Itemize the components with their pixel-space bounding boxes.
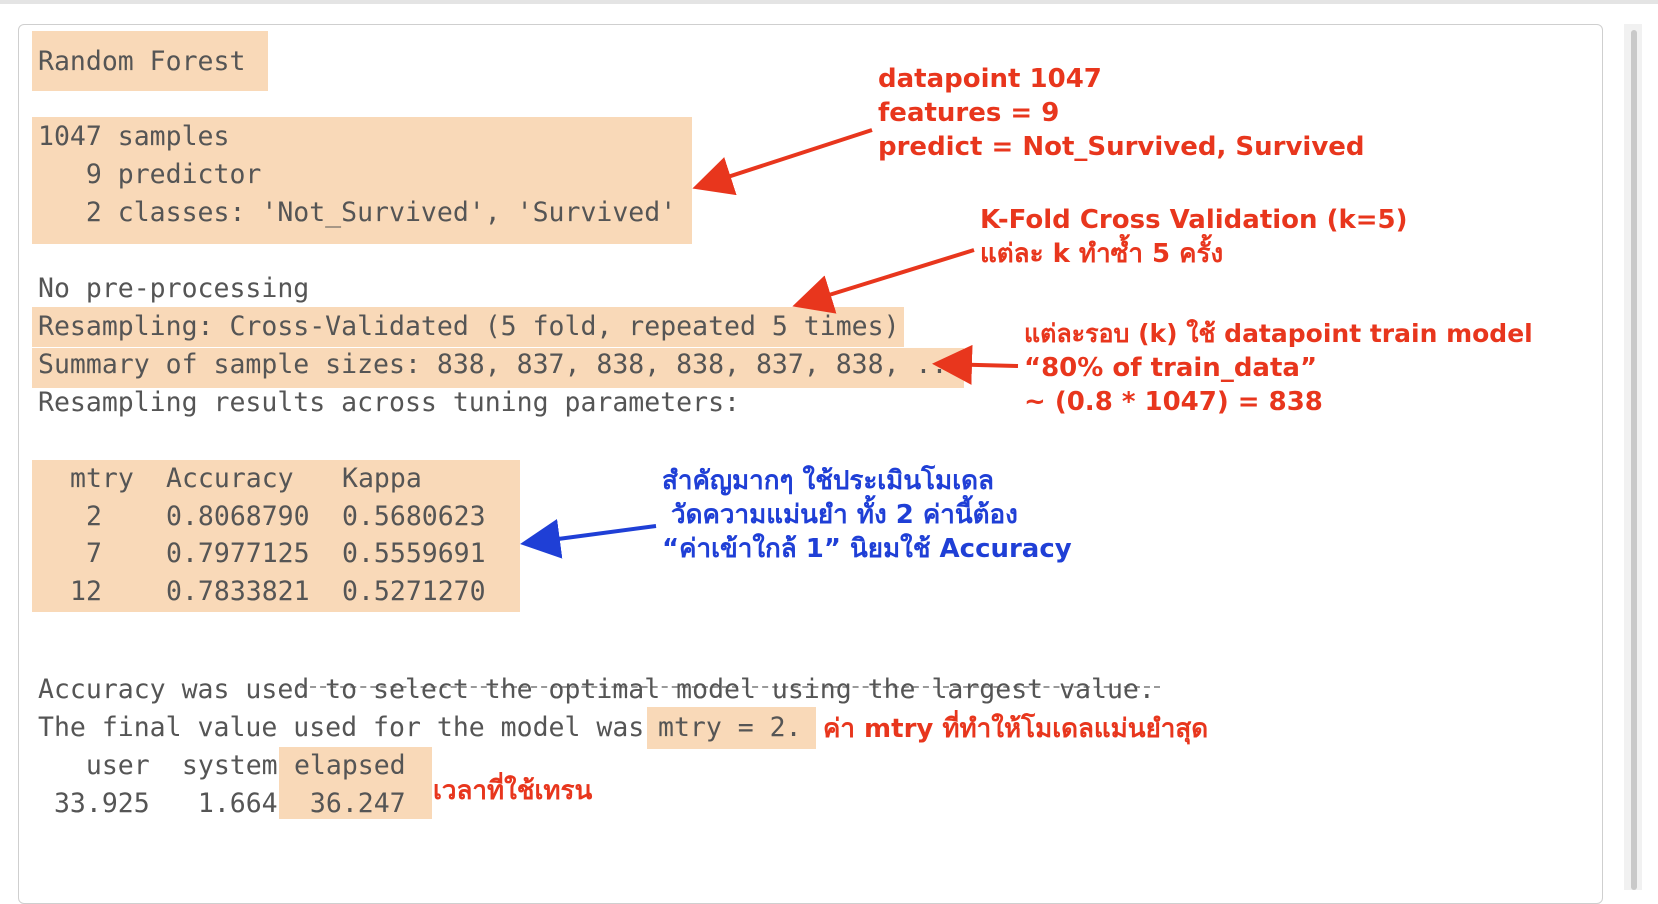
arrow-kfold [792, 248, 975, 314]
annotation-arrows [520, 128, 1019, 559]
arrow-dataset [692, 128, 873, 196]
arrow-metrics [520, 518, 657, 559]
arrow-train-size [932, 344, 1019, 385]
